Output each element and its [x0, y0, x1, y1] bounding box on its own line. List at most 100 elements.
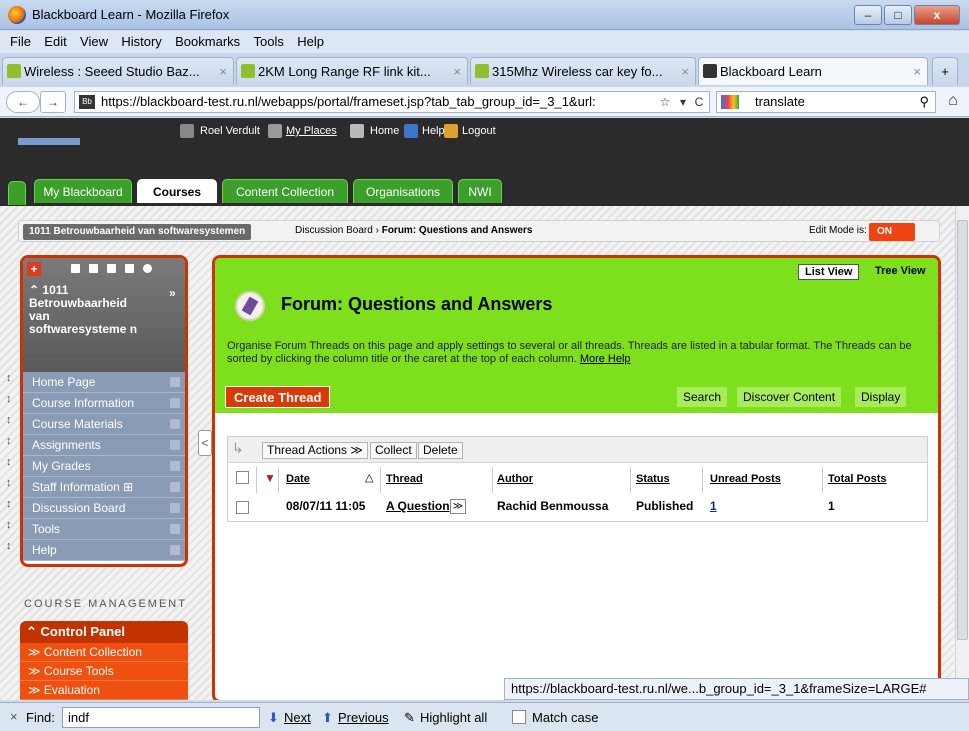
create-thread-button[interactable]: Create Thread — [225, 386, 331, 408]
menu-item-tools[interactable]: Tools — [23, 519, 185, 540]
display-menu-button[interactable]: Display — [855, 387, 907, 407]
menu-item-staff-information[interactable]: Staff Information ⊞ — [23, 477, 185, 498]
menu-item-assignments[interactable]: Assignments — [23, 435, 185, 456]
tab-close-icon[interactable]: × — [913, 58, 921, 85]
new-tab-button[interactable]: + — [932, 57, 958, 85]
thread-options-chevron-icon[interactable]: ≫ — [450, 499, 466, 514]
close-find-bar-icon[interactable]: × — [10, 709, 18, 724]
menu-item-help[interactable]: Help — [23, 540, 185, 561]
menu-view-tree-icon[interactable] — [107, 264, 116, 273]
thread-actions-button[interactable]: Thread Actions ≫ — [262, 442, 368, 459]
chevron-down-icon[interactable] — [170, 524, 180, 534]
drag-handle-icon[interactable]: ↕ — [6, 393, 12, 405]
scrollbar-thumb[interactable] — [957, 220, 968, 640]
browser-tab-315mhz[interactable]: 315Mhz Wireless car key fo... × — [470, 57, 696, 85]
column-header-status[interactable]: Status — [636, 467, 670, 491]
add-menu-item-button[interactable]: + — [27, 262, 41, 276]
edit-mode-toggle[interactable]: ON — [869, 223, 915, 241]
delete-button[interactable]: Delete — [418, 442, 463, 459]
control-panel-header[interactable]: ⌃ Control Panel — [20, 621, 188, 643]
tab-content-collection[interactable]: Content Collection — [222, 179, 348, 203]
menu-help[interactable]: Help — [297, 31, 324, 53]
column-header-author[interactable]: Author — [497, 467, 533, 491]
my-places-link[interactable]: My Places — [286, 125, 337, 137]
menu-bookmarks[interactable]: Bookmarks — [175, 31, 240, 53]
minimize-button[interactable]: – — [854, 5, 882, 25]
find-previous-button[interactable]: Previous — [338, 710, 389, 725]
collect-button[interactable]: Collect — [370, 442, 417, 459]
menu-file[interactable]: File — [10, 31, 31, 53]
chevron-down-icon[interactable] — [170, 482, 180, 492]
select-all-checkbox[interactable] — [236, 471, 249, 484]
collapse-sidebar-button[interactable]: < — [198, 430, 212, 456]
row-checkbox[interactable] — [236, 501, 249, 514]
chevron-down-icon[interactable] — [170, 419, 180, 429]
chevron-down-icon[interactable] — [170, 461, 180, 471]
menu-item-discussion-board[interactable]: Discussion Board — [23, 498, 185, 519]
highlight-all-button[interactable]: Highlight all — [420, 710, 487, 725]
control-panel-course-tools[interactable]: ≫ Course Tools — [20, 662, 188, 681]
match-case-checkbox[interactable] — [512, 710, 526, 724]
sort-ascending-icon[interactable]: △ — [365, 471, 373, 484]
column-header-unread-posts[interactable]: Unread Posts — [710, 467, 781, 491]
menu-tools[interactable]: Tools — [254, 31, 284, 53]
drag-handle-icon[interactable]: ↕ — [6, 540, 12, 552]
match-case-label[interactable]: Match case — [532, 710, 598, 725]
search-button[interactable]: Search — [677, 387, 728, 407]
chevron-down-icon[interactable] — [170, 545, 180, 555]
menu-view-list-icon[interactable] — [89, 264, 98, 273]
tab-close-icon[interactable]: × — [219, 58, 227, 85]
tab-organisations[interactable]: Organisations — [353, 179, 453, 203]
bookmark-star-icon[interactable]: ☆ — [656, 93, 674, 111]
tab-nwi[interactable]: NWI — [458, 179, 502, 203]
menu-item-my-grades[interactable]: My Grades — [23, 456, 185, 477]
forward-button[interactable]: → — [40, 91, 66, 113]
control-panel-evaluation[interactable]: ≫ Evaluation — [20, 681, 188, 700]
collapse-menu-icon[interactable]: » — [169, 286, 176, 300]
drag-handle-icon[interactable]: ↕ — [6, 372, 12, 384]
course-name[interactable]: ⌃ 1011 Betrouwbaarheid van softwaresyste… — [29, 284, 149, 336]
find-next-button[interactable]: Next — [284, 710, 311, 725]
site-identity-icon[interactable]: Bb — [79, 95, 95, 109]
home-icon[interactable]: ⌂ — [942, 91, 964, 113]
menu-item-course-materials[interactable]: Course Materials — [23, 414, 185, 435]
menu-history[interactable]: History — [121, 31, 161, 53]
url-bar[interactable]: Bb https://blackboard-test.ru.nl/webapps/… — [74, 91, 710, 113]
drag-handle-icon[interactable]: ↕ — [6, 414, 12, 426]
tree-view-button[interactable]: Tree View — [875, 265, 926, 277]
tab-courses[interactable]: Courses — [137, 179, 217, 203]
chevron-down-icon[interactable] — [170, 398, 180, 408]
maximize-button[interactable]: □ — [884, 5, 912, 25]
tab-close-icon[interactable]: × — [681, 58, 689, 85]
menu-new-window-icon[interactable] — [125, 264, 134, 273]
drag-handle-icon[interactable]: ↕ — [6, 477, 12, 489]
drag-handle-icon[interactable]: ↕ — [6, 519, 12, 531]
page-scrollbar[interactable] — [955, 206, 969, 700]
chevron-down-icon[interactable] — [170, 440, 180, 450]
tab-my-blackboard[interactable]: My Blackboard — [34, 179, 132, 203]
search-engine-icon[interactable] — [721, 95, 739, 109]
discover-content-button[interactable]: Discover Content — [737, 387, 842, 407]
drag-handle-icon[interactable]: ↕ — [6, 498, 12, 510]
column-header-date[interactable]: Date — [286, 467, 310, 491]
find-input[interactable]: indf — [62, 707, 260, 728]
drag-handle-icon[interactable]: ↕ — [6, 435, 12, 447]
control-panel-content-collection[interactable]: ≫ Content Collection — [20, 643, 188, 662]
close-window-button[interactable]: x — [914, 5, 960, 25]
back-button[interactable]: ← — [6, 91, 40, 113]
logout-link[interactable]: Logout — [462, 125, 496, 137]
breadcrumb-discussion-board[interactable]: Discussion Board — [295, 225, 373, 236]
browser-tab-blackboard[interactable]: Blackboard Learn × — [698, 57, 928, 85]
column-header-thread[interactable]: Thread — [386, 467, 423, 491]
tab-close-icon[interactable]: × — [453, 58, 461, 85]
browser-tab-rf-link[interactable]: 2KM Long Range RF link kit... × — [236, 57, 468, 85]
menu-refresh-icon[interactable] — [143, 264, 152, 273]
menu-item-home-page[interactable]: Home Page — [23, 372, 185, 393]
list-view-button[interactable]: List View — [798, 264, 860, 280]
help-link[interactable]: Help — [422, 125, 445, 137]
course-title-badge[interactable]: 1011 Betrouwbaarheid van softwaresysteme… — [23, 224, 252, 240]
menu-edit[interactable]: Edit — [44, 31, 66, 53]
browser-tab-seeed[interactable]: Wireless : Seeed Studio Baz... × — [2, 57, 234, 85]
thread-link[interactable]: A Question — [386, 499, 450, 513]
menu-item-course-information[interactable]: Course Information — [23, 393, 185, 414]
